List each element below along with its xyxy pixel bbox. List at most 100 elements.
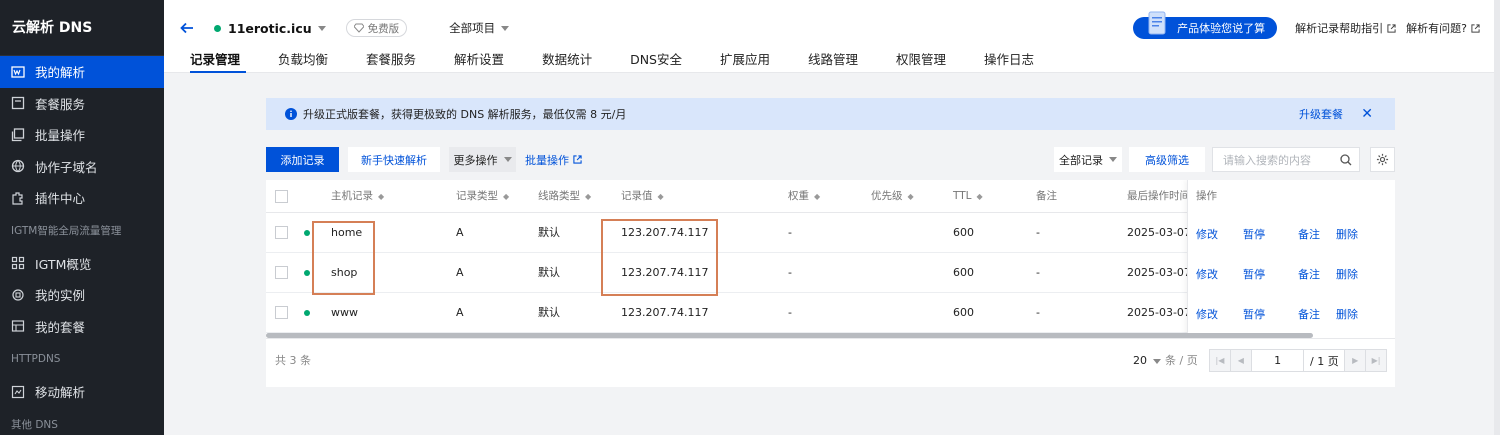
record-filter-select[interactable]: 全部记录 <box>1054 147 1122 172</box>
sidebar: 云解析 DNS 我的解析 套餐服务 批量操作 协作子域名 插件中心 IGTM智能全局流量… <box>0 0 164 435</box>
pause-link[interactable]: 暂停 <box>1243 306 1265 322</box>
remark-link[interactable]: 备注 <box>1298 266 1320 282</box>
sort-icon: ◆ <box>585 192 592 201</box>
cell-ttl: 600 <box>953 226 974 239</box>
sidebar-item-label: 我的实例 <box>35 288 86 304</box>
sidebar-title: 云解析 DNS <box>0 0 164 56</box>
next-page-icon[interactable]: ▶ <box>1344 350 1366 371</box>
help-guide-link[interactable]: 解析记录帮助指引 <box>1295 20 1396 36</box>
col-type[interactable]: 记录类型 ◆ <box>456 180 509 213</box>
col-time: 最后操作时间 <box>1127 190 1190 202</box>
package-icon <box>11 96 25 110</box>
row-checkbox[interactable] <box>275 226 288 239</box>
host-highlight-box <box>312 221 375 295</box>
tab-4[interactable]: 数据统计 <box>530 50 604 73</box>
col-host-label: 主机记录 <box>331 190 373 202</box>
pager: |◀ ◀ 1 / 1 页 ▶ ▶| <box>1209 349 1387 372</box>
remark-link[interactable]: 备注 <box>1298 226 1320 242</box>
pause-link[interactable]: 暂停 <box>1243 266 1265 282</box>
prev-page-icon[interactable]: ◀ <box>1230 350 1252 371</box>
col-remark: 备注 <box>1036 190 1057 202</box>
cell-remark: - <box>1036 226 1040 239</box>
tab-1[interactable]: 负载均衡 <box>266 50 340 73</box>
sidebar-item-label: 移动解析 <box>35 385 86 401</box>
settings-button[interactable] <box>1370 147 1395 172</box>
last-page-icon[interactable]: ▶| <box>1365 350 1387 371</box>
globe-icon <box>11 159 25 173</box>
col-weight[interactable]: 权重 ◆ <box>788 180 820 213</box>
pause-link[interactable]: 暂停 <box>1243 226 1265 242</box>
sidebar-item-mobile-dns[interactable]: 移动解析 <box>0 376 164 408</box>
col-priority[interactable]: 优先级 ◆ <box>871 180 914 213</box>
col-ttl-label: TTL <box>953 190 972 202</box>
chevron-down-icon <box>1153 358 1161 364</box>
tab-5[interactable]: DNS安全 <box>618 50 694 73</box>
tab-7[interactable]: 线路管理 <box>796 50 870 73</box>
project-selector[interactable]: 全部项目 <box>449 20 510 36</box>
sidebar-item-label: IGTM概览 <box>35 256 92 272</box>
quick-parse-button[interactable]: 新手快速解析 <box>348 147 440 172</box>
edit-link[interactable]: 修改 <box>1196 266 1218 282</box>
sidebar-item-instance[interactable]: 我的实例 <box>0 279 164 311</box>
feedback-doc-icon <box>1148 11 1166 35</box>
tab-3[interactable]: 解析设置 <box>442 50 516 73</box>
page-scrollbar[interactable] <box>1494 0 1500 435</box>
advanced-filter-button[interactable]: 高级筛选 <box>1129 147 1205 172</box>
tab-0[interactable]: 记录管理 <box>178 50 252 73</box>
more-actions-label: 更多操作 <box>453 153 498 167</box>
project-selector-label: 全部项目 <box>449 21 496 35</box>
help-guide-label: 解析记录帮助指引 <box>1295 22 1384 35</box>
record-status-dot <box>304 270 310 276</box>
remark-link[interactable]: 备注 <box>1298 306 1320 322</box>
domain-selector[interactable]: 11erotic.icu <box>214 21 326 36</box>
delete-link[interactable]: 删除 <box>1336 266 1358 282</box>
row-checkbox[interactable] <box>275 266 288 279</box>
search-icon[interactable] <box>1340 154 1352 166</box>
cell-time: 2025-03-07 <box>1127 306 1191 319</box>
col-value[interactable]: 记录值 ◆ <box>621 180 664 213</box>
sidebar-item-grid[interactable]: IGTM概览 <box>0 248 164 280</box>
sidebar-item-batch[interactable]: 批量操作 <box>0 119 164 151</box>
select-all-checkbox[interactable] <box>275 190 288 203</box>
chevron-down-icon <box>503 157 512 162</box>
instance-icon <box>11 288 25 302</box>
sidebar-item-label: 协作子域名 <box>35 159 98 175</box>
delete-link[interactable]: 删除 <box>1336 306 1358 322</box>
close-icon[interactable]: ✕ <box>1361 106 1373 122</box>
add-record-button[interactable]: 添加记录 <box>266 147 339 172</box>
tab-2[interactable]: 套餐服务 <box>354 50 428 73</box>
search-input[interactable]: 请输入搜索的内容 <box>1212 147 1360 172</box>
tab-8[interactable]: 权限管理 <box>884 50 958 73</box>
edit-link[interactable]: 修改 <box>1196 226 1218 242</box>
page-input[interactable]: 1 <box>1252 350 1305 371</box>
row-checkbox[interactable] <box>275 306 288 319</box>
col-host[interactable]: 主机记录 ◆ <box>331 180 384 213</box>
external-link-icon <box>1471 23 1480 33</box>
tab-9[interactable]: 操作日志 <box>972 50 1046 73</box>
plan-badge: 免费版 <box>345 19 408 37</box>
upgrade-notice: 升级正式版套餐，获得更极致的 DNS 解析服务，最低仅需 8 元/月 升级套餐 … <box>266 98 1395 130</box>
back-arrow-icon[interactable] <box>178 19 196 37</box>
delete-link[interactable]: 删除 <box>1336 226 1358 242</box>
col-ttl[interactable]: TTL ◆ <box>953 180 983 213</box>
sidebar-item-plan[interactable]: 我的套餐 <box>0 311 164 343</box>
feedback-button[interactable]: 产品体验您说了算 <box>1133 11 1278 39</box>
batch-operation-link[interactable]: 批量操作 <box>525 147 582 172</box>
sidebar-group-httpdns: HTTPDNS <box>11 353 61 365</box>
issue-link[interactable]: 解析有问题? <box>1406 20 1480 36</box>
sidebar-item-my-dns[interactable]: 我的解析 <box>0 56 164 88</box>
cell-ttl: 600 <box>953 306 974 319</box>
page-size-select[interactable]: 20 条 / 页 <box>1133 339 1198 383</box>
sidebar-item-globe[interactable]: 协作子域名 <box>0 151 164 183</box>
sidebar-item-plugin[interactable]: 插件中心 <box>0 182 164 214</box>
col-line[interactable]: 线路类型 ◆ <box>538 180 591 213</box>
plan-icon <box>11 319 25 333</box>
edit-link[interactable]: 修改 <box>1196 306 1218 322</box>
records-table: 主机记录 ◆ 记录类型 ◆ 线路类型 ◆ 记录值 ◆ 权重 ◆ 优先级 ◆ TTL ◆ 备注 … <box>266 180 1395 338</box>
sidebar-item-package[interactable]: 套餐服务 <box>0 88 164 120</box>
first-page-icon[interactable]: |◀ <box>1210 350 1231 371</box>
more-actions-button[interactable]: 更多操作 <box>449 147 516 172</box>
cell-remark: - <box>1036 266 1040 279</box>
upgrade-plan-link[interactable]: 升级套餐 <box>1299 106 1343 122</box>
tab-6[interactable]: 扩展应用 <box>708 50 782 73</box>
